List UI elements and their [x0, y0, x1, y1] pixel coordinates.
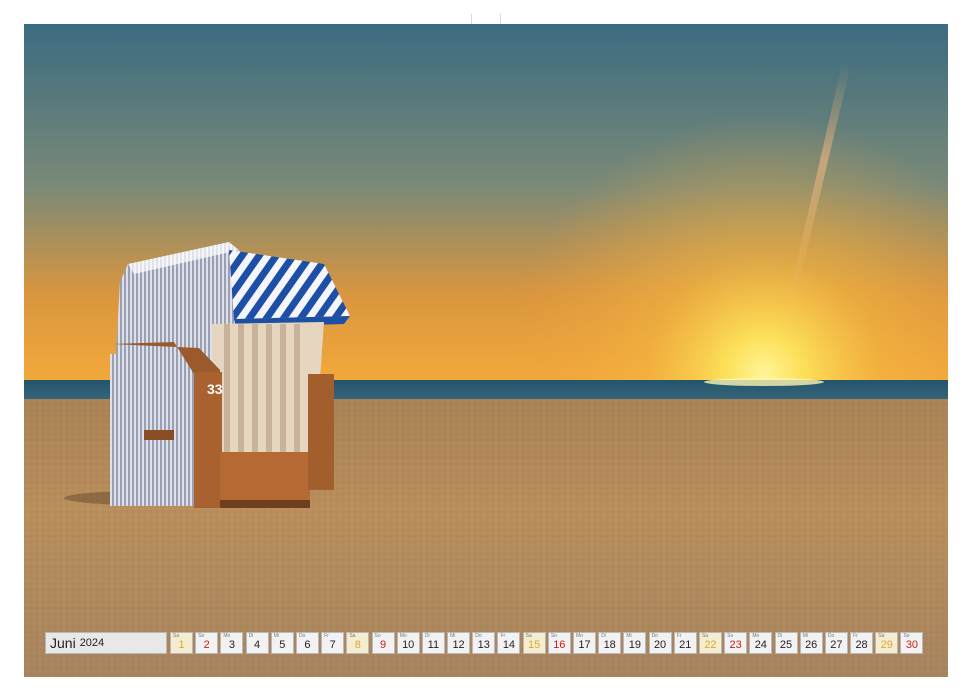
day-cell: Fr 28 [850, 632, 874, 654]
day-number: 11 [427, 639, 440, 651]
month-name: Juni [50, 635, 76, 651]
day-number: 13 [477, 639, 490, 651]
day-cell: So 9 [371, 632, 395, 654]
chair-number: 33 [207, 381, 223, 397]
day-number: 4 [254, 639, 261, 651]
calendar-strip: Juni 2024 Sa 1 So 2 Mo 3 Di 4 Mi 5 Do 6 Fr 7 Sa 8 So 9 Mo 1… [45, 632, 926, 656]
day-cell: Sa 8 [346, 632, 370, 654]
year: 2024 [79, 637, 105, 649]
day-cell: Mi 12 [447, 632, 471, 654]
day-cell: Sa 1 [170, 632, 193, 654]
beach-photo: 33 [24, 24, 948, 677]
day-number: 5 [279, 639, 286, 651]
day-number: 9 [379, 639, 387, 651]
day-cell: So 16 [547, 632, 571, 654]
day-number: 12 [452, 639, 465, 651]
day-number: 22 [704, 639, 717, 651]
day-number: 19 [628, 639, 641, 651]
day-cell: So 2 [195, 632, 219, 654]
day-number: 8 [354, 639, 361, 651]
day-cell: Do 13 [472, 632, 496, 654]
day-cell: Mo 24 [749, 632, 773, 654]
day-cell: Mo 10 [396, 632, 420, 654]
day-cell: Di 18 [598, 632, 622, 654]
day-cell: Do 6 [295, 632, 319, 654]
day-cell: Mo 17 [573, 632, 596, 654]
day-number: 25 [779, 639, 793, 651]
day-number: 3 [228, 639, 235, 651]
day-cell: Di 25 [774, 632, 798, 654]
day-cell: Do 27 [824, 632, 848, 654]
day-cell: Mi 5 [270, 632, 294, 654]
day-cell: Mi 26 [799, 632, 823, 654]
day-number: 15 [528, 639, 541, 651]
day-number: 24 [754, 639, 767, 651]
day-cell: Fr 7 [321, 632, 345, 654]
day-number: 20 [653, 639, 667, 651]
day-number: 2 [203, 639, 210, 651]
day-cell: Di 4 [245, 632, 269, 654]
day-number: 21 [679, 639, 692, 651]
day-number: 14 [502, 639, 516, 651]
day-number: 28 [855, 639, 868, 651]
day-number: 29 [880, 639, 893, 651]
day-cell: Sa 15 [522, 632, 546, 654]
day-number: 10 [402, 639, 415, 651]
day-cell: Do 20 [648, 632, 672, 654]
day-number: 6 [304, 639, 311, 651]
day-cell: Sa 29 [875, 632, 899, 654]
day-cell: So 30 [900, 632, 924, 654]
day-number: 17 [578, 639, 591, 651]
day-cell: Mo 3 [220, 632, 244, 654]
day-cell: Sa 22 [698, 632, 722, 654]
day-number: 16 [553, 639, 566, 651]
day-number: 30 [905, 639, 919, 651]
day-number: 1 [178, 639, 185, 651]
day-cell: Fr 14 [497, 632, 521, 654]
beach-chair: 33 [110, 242, 350, 508]
beach-scene: 33 [24, 24, 948, 677]
day-cell: Di 11 [421, 632, 445, 654]
day-number: 26 [805, 639, 818, 651]
day-number: 27 [830, 639, 843, 651]
day-cell: Fr 21 [673, 632, 697, 654]
day-number: 7 [329, 639, 336, 651]
month-label: Juni 2024 [45, 632, 167, 654]
day-cells: Sa 1 So 2 Mo 3 Di 4 Mi 5 Do 6 Fr 7 Sa 8 So 9 Mo 10 Di 11 Mi 12 D… [170, 632, 926, 656]
day-cell: Mi 19 [623, 632, 647, 654]
day-number: 23 [729, 639, 742, 651]
day-number: 18 [603, 639, 616, 651]
day-cell: So 23 [724, 632, 748, 654]
